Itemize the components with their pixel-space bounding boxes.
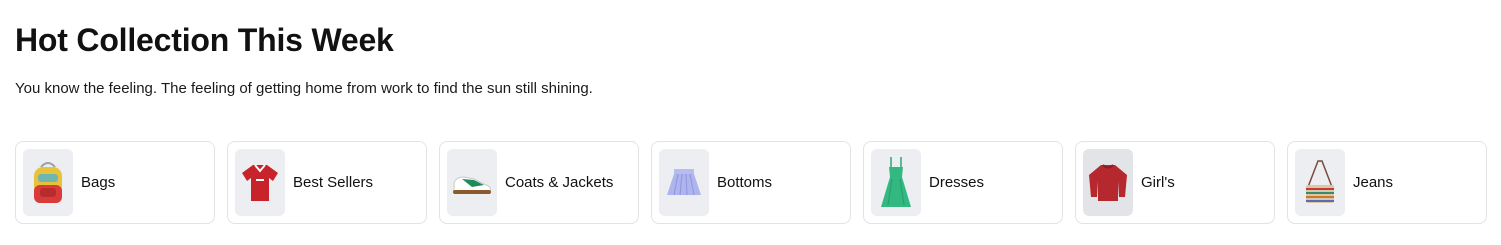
section-subtitle: You know the feeling. The feeling of get… [15,80,593,97]
sneaker-icon [453,175,491,194]
sweater-icon [1089,163,1127,201]
category-card-bags[interactable]: Bags [15,141,215,224]
category-label: Bags [81,174,116,191]
category-label: Coats & Jackets [505,174,614,191]
category-label: Jeans [1353,174,1394,191]
category-label: Girl's [1141,174,1175,191]
jersey-icon [242,163,278,201]
section-title: Hot Collection This Week [15,22,394,58]
category-card-bottoms[interactable]: Bottoms [651,141,851,224]
category-thumbnail [447,149,497,216]
category-label: Bottoms [717,174,773,191]
category-card-girls[interactable]: Girl's [1075,141,1275,224]
category-label: Dresses [929,174,985,191]
category-thumbnail [1295,149,1345,216]
category-thumbnail [659,149,709,216]
category-card-dresses[interactable]: Dresses [863,141,1063,224]
category-card-jeans[interactable]: Jeans [1287,141,1487,224]
collection-section: Hot Collection This Week You know the fe… [0,0,1501,245]
skirt-icon [667,168,701,195]
category-thumbnail [235,149,285,216]
backpack-icon [34,161,62,203]
category-thumbnail [23,149,73,216]
category-list: Bags Best Sellers Coats & Jackets Bottom… [15,141,1487,224]
category-card-best-sellers[interactable]: Best Sellers [227,141,427,224]
category-label: Best Sellers [293,174,374,191]
dress-icon [881,156,911,207]
category-thumbnail [871,149,921,216]
crossbody-bag-icon [1306,159,1334,203]
category-thumbnail [1083,149,1133,216]
category-card-coats-jackets[interactable]: Coats & Jackets [439,141,639,224]
